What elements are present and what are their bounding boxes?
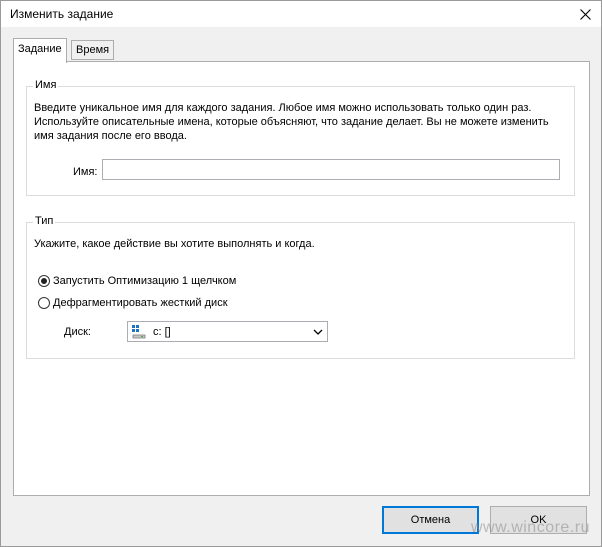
tab-time[interactable]: Время [71,40,115,60]
type-description: Укажите, какое действие вы хотите выполн… [34,238,315,250]
radio-quick-optimize[interactable]: Запустить Оптимизацию 1 щелчком [38,275,236,287]
name-groupbox: Имя Введите уникальное имя для каждого з… [26,79,575,196]
tab-task[interactable]: Задание [13,38,67,63]
disk-select-value: c: [] [153,325,171,338]
radio-button[interactable] [38,297,50,309]
window-title: Изменить задание [10,7,114,21]
radio-button-selected[interactable] [38,275,50,287]
close-button[interactable] [573,3,597,25]
close-icon [579,8,591,20]
name-group-legend: Имя [33,79,59,91]
ok-button-label: OK [530,514,547,526]
name-description: Введите уникальное имя для каждого задан… [34,101,574,143]
disk-label: Диск: [64,326,91,338]
radio-defragment[interactable]: Дефрагментировать жесткий диск [38,297,228,309]
dialog-window: Изменить задание Задание Время Имя Введи… [0,0,602,547]
cancel-button-label: Отмена [410,514,451,526]
task-name-input[interactable] [102,159,560,180]
tab-task-label: Задание [18,43,62,55]
radio-defragment-label: Дефрагментировать жесткий диск [53,297,228,309]
radio-quick-optimize-label: Запустить Оптимизацию 1 щелчком [53,275,237,287]
disk-select[interactable]: c: [] [127,321,328,342]
name-description-line: Используйте описательные имена, которые … [34,116,549,128]
ok-button[interactable]: OK [490,506,587,534]
tab-time-label: Время [76,44,110,56]
chevron-down-icon [313,329,323,335]
name-description-line: Введите уникальное имя для каждого задан… [34,102,532,114]
name-description-line: имя задания после его ввода. [34,130,187,142]
tab-panel: Имя Введите уникальное имя для каждого з… [13,61,590,496]
cancel-button[interactable]: Отмена [382,506,479,534]
name-field-label: Имя: [73,166,98,178]
title-bar: Изменить задание [1,1,601,27]
type-group-legend: Тип [33,215,56,227]
drive-icon [132,324,146,338]
type-groupbox: Тип Укажите, какое действие вы хотите вы… [26,215,575,359]
